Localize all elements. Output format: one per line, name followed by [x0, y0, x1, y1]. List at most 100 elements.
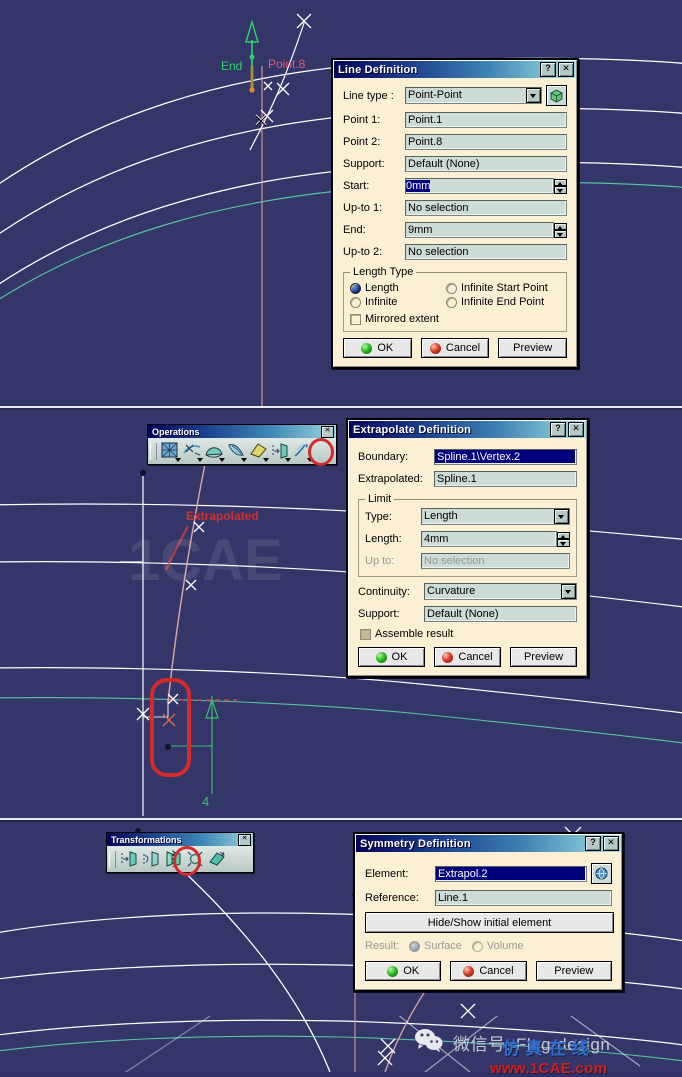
start-field[interactable]: 0mm [405, 178, 554, 194]
wechat-logo-icon [414, 1028, 444, 1057]
cancel-button[interactable]: Cancel [420, 338, 490, 358]
stepper-up-icon[interactable] [554, 222, 567, 230]
toolbar-grip[interactable] [109, 850, 116, 868]
point2-field[interactable]: Point.8 [405, 134, 567, 150]
symmetry-icon[interactable] [163, 849, 185, 870]
continuity-select[interactable]: Curvature [424, 583, 577, 600]
reference-field[interactable]: Line.1 [435, 890, 612, 906]
cancel-button[interactable]: Cancel [434, 647, 501, 667]
chevron-down-icon[interactable] [554, 509, 569, 524]
green-led-icon [375, 651, 387, 663]
end-stepper[interactable] [554, 222, 567, 238]
dialog-titlebar[interactable]: Line Definition ? ✕ [334, 61, 576, 78]
ok-button[interactable]: OK [365, 961, 442, 981]
dropdown-carat-icon[interactable] [307, 457, 313, 462]
stepper-down-icon[interactable] [554, 186, 567, 194]
radio-infinite-start-point[interactable]: Infinite Start Point [446, 282, 548, 294]
checkbox-mirrored-extent[interactable]: Mirrored extent [350, 313, 550, 325]
help-button[interactable]: ? [540, 62, 556, 77]
line-type-select[interactable]: Point-Point [405, 87, 542, 104]
label-end: End [221, 59, 242, 73]
shape-fillet-icon[interactable] [248, 441, 270, 462]
chevron-down-icon[interactable] [526, 88, 541, 103]
limit-length-stepper[interactable] [557, 531, 570, 547]
close-icon[interactable]: ✕ [568, 422, 584, 437]
line-type-label: Line type : [343, 89, 394, 102]
support-field[interactable]: Default (None) [424, 606, 577, 622]
close-icon[interactable]: ✕ [603, 836, 619, 851]
trim-icon[interactable] [182, 441, 204, 462]
help-button[interactable]: ? [585, 836, 601, 851]
stepper-down-icon[interactable] [557, 539, 570, 547]
label-point8: Point.8 [268, 57, 306, 71]
chevron-down-icon[interactable] [561, 584, 576, 599]
help-button[interactable]: ? [550, 422, 566, 437]
checkbox-assemble-result[interactable]: Assemble result [360, 628, 577, 640]
boundary-icon[interactable] [204, 441, 226, 462]
extrapolated-field[interactable]: Spline.1 [434, 471, 577, 487]
toolbar-grip[interactable] [150, 442, 157, 460]
panel-line-definition: End Point.8 Line Definition ? ✕ Line typ… [0, 0, 682, 406]
boundary-field[interactable]: Spline.1\Vertex.2 [434, 449, 577, 465]
hide-show-initial-element-button[interactable]: Hide/Show initial element [365, 912, 614, 933]
radio-infinite-end-point[interactable]: Infinite End Point [446, 296, 544, 308]
row-support: Support: Default (None) [358, 606, 577, 622]
toolbar-operations[interactable]: Operations ✕ [147, 424, 337, 466]
close-icon[interactable]: ✕ [238, 833, 251, 846]
toolbar-titlebar[interactable]: Transformations ✕ [107, 833, 253, 846]
axis-to-axis-icon[interactable] [229, 849, 251, 870]
stepper-up-icon[interactable] [557, 531, 570, 539]
start-stepper[interactable] [554, 178, 567, 194]
ok-button[interactable]: OK [358, 647, 425, 667]
dialog-titlebar[interactable]: Extrapolate Definition ? ✕ [349, 421, 586, 438]
dialog-titlebar[interactable]: Symmetry Definition ? ✕ [356, 835, 621, 852]
split-icon[interactable] [160, 441, 182, 462]
support-field[interactable]: Default (None) [405, 156, 567, 172]
end-field[interactable]: 9mm [405, 222, 554, 238]
cancel-button[interactable]: Cancel [450, 961, 527, 981]
toolbar-transformations[interactable]: Transformations ✕ [106, 832, 254, 876]
preview-button[interactable]: Preview [535, 961, 612, 981]
stepper-up-icon[interactable] [554, 178, 567, 186]
element-picker-icon[interactable] [591, 863, 612, 884]
element-field[interactable]: Extrapol.2 [435, 865, 587, 882]
dialog-title: Extrapolate Definition [353, 423, 472, 436]
dropdown-carat-icon[interactable] [263, 457, 269, 462]
dialog-title: Symmetry Definition [360, 837, 471, 850]
dropdown-carat-icon[interactable] [285, 457, 291, 462]
dialog-line-definition[interactable]: Line Definition ? ✕ Line type : Point-Po… [331, 58, 579, 369]
limit-legend: Limit [368, 493, 392, 505]
scaling-icon[interactable] [185, 849, 207, 870]
close-icon[interactable]: ✕ [558, 62, 574, 77]
limit-length-field[interactable]: 4mm [421, 531, 557, 547]
checkbox-icon [360, 628, 371, 640]
upto1-field[interactable]: No selection [405, 200, 567, 216]
rotate-icon[interactable] [141, 849, 163, 870]
dialog-extrapolate-definition[interactable]: Extrapolate Definition ? ✕ Boundary: Spl… [346, 418, 589, 678]
affinity-icon[interactable] [207, 849, 229, 870]
preview-button[interactable]: Preview [510, 647, 577, 667]
watermark-1cae: 1CAE [128, 528, 283, 593]
dialog-symmetry-definition[interactable]: Symmetry Definition ? ✕ Element: Extrapo… [353, 832, 624, 992]
dropdown-carat-icon[interactable] [241, 457, 247, 462]
translate-icon[interactable] [119, 849, 141, 870]
stepper-down-icon[interactable] [554, 230, 567, 238]
upto2-field[interactable]: No selection [405, 244, 567, 260]
dropdown-carat-icon[interactable] [175, 457, 181, 462]
radio-infinite[interactable]: Infinite [350, 296, 436, 308]
toolbar-titlebar[interactable]: Operations ✕ [148, 425, 336, 438]
translate-icon[interactable] [270, 441, 292, 462]
ok-button[interactable]: OK [343, 338, 412, 358]
radio-length[interactable]: Length [350, 282, 436, 294]
close-icon[interactable]: ✕ [321, 425, 334, 438]
extrapolate-icon[interactable] [292, 441, 314, 462]
line-type-picker-icon[interactable] [546, 85, 567, 106]
point1-field[interactable]: Point.1 [405, 112, 567, 128]
limit-upto-label: Up to: [365, 555, 395, 567]
point1-label: Point 1: [343, 114, 381, 126]
dropdown-carat-icon[interactable] [197, 457, 203, 462]
extract-icon[interactable] [226, 441, 248, 462]
limit-type-select[interactable]: Length [421, 508, 570, 525]
preview-button[interactable]: Preview [498, 338, 568, 358]
dropdown-carat-icon[interactable] [219, 457, 225, 462]
